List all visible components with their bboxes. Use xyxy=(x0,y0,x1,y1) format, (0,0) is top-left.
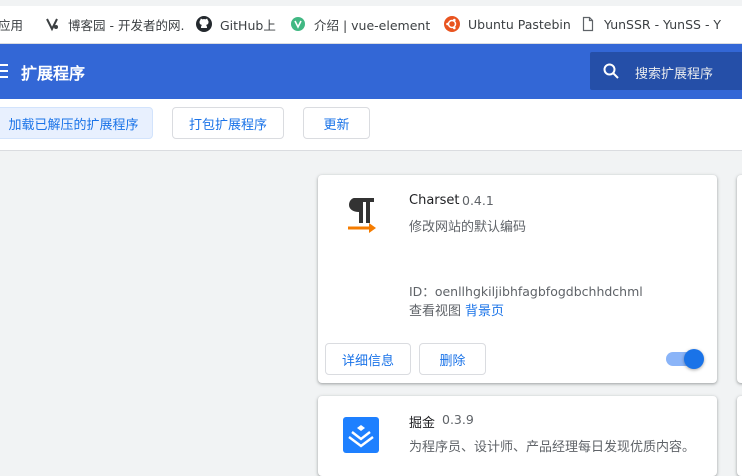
bookmarks-bar: 应用 博客园 - 开发者的网... GitHub上 介绍 | vue-eleme… xyxy=(0,0,742,44)
extension-name: 掘金 xyxy=(409,416,436,431)
bookmark-label: 博客园 - 开发者的网... xyxy=(68,17,184,33)
dev-toolbar: 加载已解压的扩展程序 打包扩展程序 更新 xyxy=(0,99,742,151)
vue-icon xyxy=(290,16,306,32)
bookmark-vue-element[interactable]: 介绍 | vue-element- xyxy=(290,14,430,34)
remove-button[interactable]: 删除 xyxy=(419,343,486,375)
github-icon xyxy=(196,16,212,32)
bookmark-ubuntu-pastebin[interactable]: Ubuntu Pastebin xyxy=(444,14,574,34)
extension-card: 掘金 0.3.9 为程序员、设计师、产品经理每日发现优质内容。 xyxy=(318,396,717,476)
toggle-knob xyxy=(684,349,704,369)
extension-description: 为程序员、设计师、产品经理每日发现优质内容。 xyxy=(409,440,696,455)
page-title: 扩展程序 xyxy=(21,64,86,83)
search-input[interactable]: 搜索扩展程序 xyxy=(590,52,742,90)
bookmark-label: GitHub上 xyxy=(220,17,276,33)
enable-toggle[interactable] xyxy=(666,349,704,369)
pilcrow-icon xyxy=(344,195,380,239)
extensions-header: 扩展程序 搜索扩展程序 xyxy=(0,44,742,99)
bookmark-label: Ubuntu Pastebin xyxy=(468,16,571,32)
bookmark-yunssr[interactable]: YunSSR - YunSS - Y xyxy=(580,14,742,34)
extension-card-partial xyxy=(737,396,742,476)
bookmark-label: 应用 xyxy=(0,17,24,33)
extension-description: 修改网站的默认编码 xyxy=(409,220,527,235)
bookmark-apps[interactable]: 应用 xyxy=(0,14,48,34)
inspect-views-label: 查看视图 xyxy=(409,304,462,319)
background-page-link[interactable]: 背景页 xyxy=(465,300,504,319)
document-icon xyxy=(580,16,596,32)
details-button[interactable]: 详细信息 xyxy=(325,343,411,375)
extension-version: 0.4.1 xyxy=(462,193,494,208)
extension-name: Charset xyxy=(409,193,460,208)
pack-extension-button[interactable]: 打包扩展程序 xyxy=(172,107,284,139)
id-label: ID： xyxy=(409,284,435,299)
extension-id: ID：oenllhgkiljibhfagbfogdbchhdchml xyxy=(409,281,643,300)
search-placeholder: 搜索扩展程序 xyxy=(635,67,714,82)
bookmark-github[interactable]: GitHub上 xyxy=(196,14,286,34)
extension-card-partial xyxy=(737,175,742,383)
tab-strip xyxy=(0,0,742,6)
load-unpacked-button[interactable]: 加载已解压的扩展程序 xyxy=(0,107,153,139)
cnblogs-icon xyxy=(44,16,60,32)
id-value: oenllhgkiljibhfagbfogdbchhdchml xyxy=(434,284,643,299)
juejin-icon xyxy=(343,417,379,457)
update-button[interactable]: 更新 xyxy=(303,107,370,139)
extension-card: Charset 0.4.1 修改网站的默认编码 ID：oenllhgkiljib… xyxy=(318,175,717,383)
search-icon xyxy=(602,62,620,84)
menu-icon[interactable] xyxy=(0,64,8,78)
extension-version: 0.3.9 xyxy=(442,412,474,427)
ubuntu-icon xyxy=(444,16,460,32)
bookmark-cnblogs[interactable]: 博客园 - 开发者的网... xyxy=(44,14,184,34)
bookmark-label: 介绍 | vue-element- xyxy=(314,17,430,33)
bookmark-label: YunSSR - YunSS - Y xyxy=(604,16,722,32)
